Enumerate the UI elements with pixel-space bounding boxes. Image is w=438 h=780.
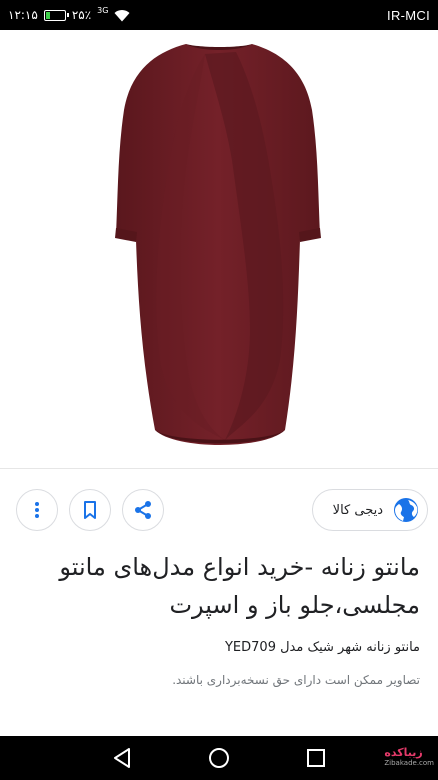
garment-photo <box>115 44 321 445</box>
watermark-logo: زیباکده Zibakade.com <box>384 746 434 767</box>
bookmark-icon <box>84 501 96 519</box>
status-bar: ۱۲:۱۵ ۲۵٪ 3G IR-MCI <box>0 0 438 30</box>
share-button[interactable] <box>122 489 164 531</box>
battery-percent: ۲۵٪ <box>71 8 92 22</box>
share-icon <box>135 501 151 519</box>
source-label: دیجی کالا <box>332 502 383 518</box>
home-circle-icon[interactable] <box>207 746 231 770</box>
wifi-icon <box>114 9 130 21</box>
clock: ۱۲:۱۵ <box>8 8 38 22</box>
source-chip[interactable]: دیجی کالا <box>312 489 428 531</box>
copyright-notice: تصاویر ممکن است دارای حق نسخه‌برداری باش… <box>172 673 420 687</box>
navigation-bar <box>0 736 438 780</box>
result-title[interactable]: مانتو زنانه -خرید انواع مدل‌های مانتو مج… <box>20 548 420 624</box>
more-options-button[interactable] <box>16 489 58 531</box>
result-subtitle: مانتو زنانه شهر شیک مدل YED709 <box>224 640 420 655</box>
result-image[interactable] <box>0 30 438 468</box>
divider <box>0 468 438 469</box>
network-badge: 3G <box>97 5 109 15</box>
back-triangle-icon[interactable] <box>110 746 134 770</box>
carrier-label: IR-MCI <box>387 7 430 23</box>
save-button[interactable] <box>69 489 111 531</box>
more-vert-icon <box>35 502 39 518</box>
status-bar-left: ۱۲:۱۵ ۲۵٪ 3G <box>8 0 130 30</box>
globe-icon <box>394 498 418 522</box>
battery-icon <box>43 9 69 21</box>
recents-square-icon[interactable] <box>304 746 328 770</box>
